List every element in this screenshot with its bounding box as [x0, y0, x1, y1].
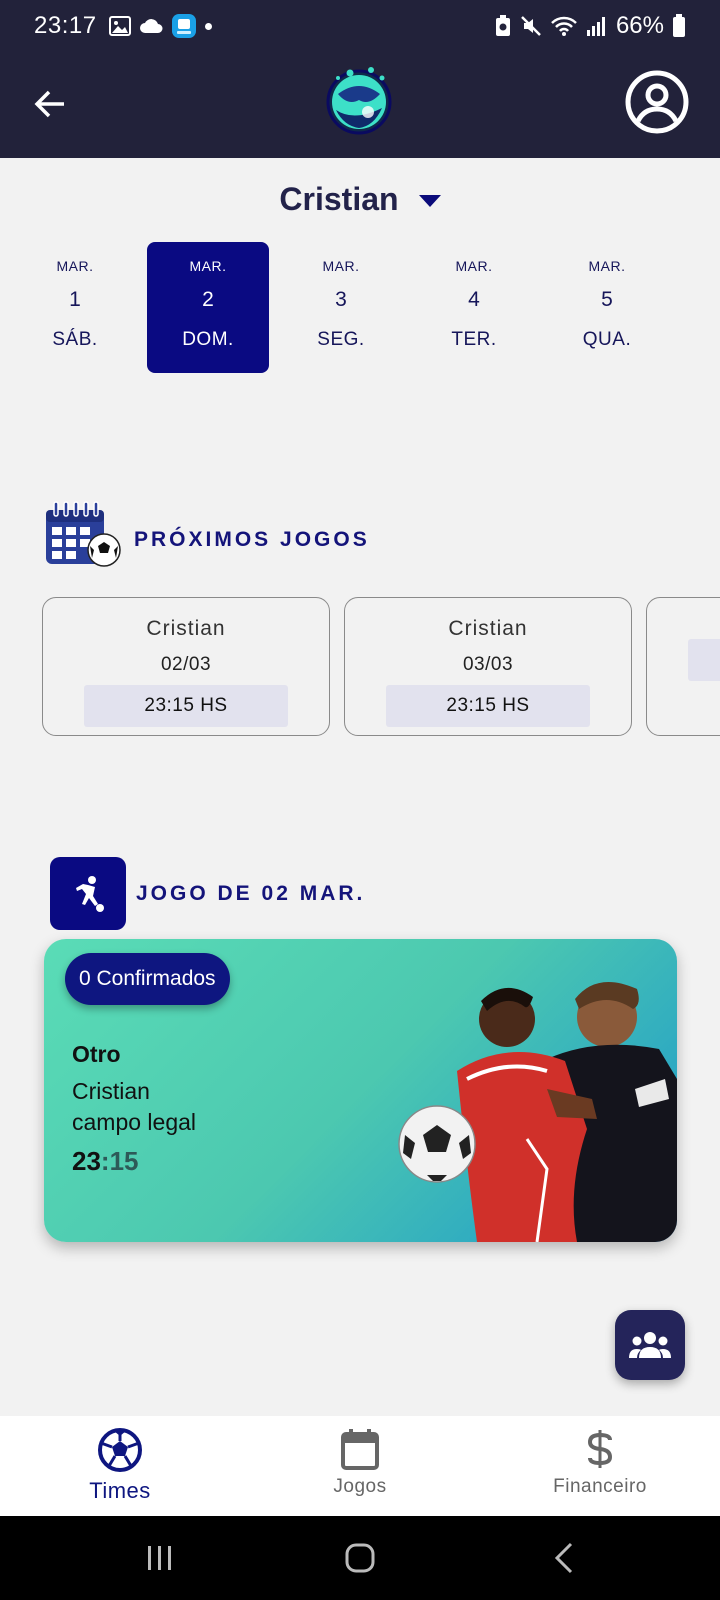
date-weekday: SEG. — [317, 329, 365, 350]
more-notifications-dot — [204, 22, 212, 30]
date-month: MAR. — [189, 258, 227, 274]
game-card-date: 03/03 — [462, 654, 514, 675]
soccer-ball-logo — [326, 67, 392, 135]
date-day: 1 — [69, 288, 81, 311]
group-fab-button[interactable] — [615, 1310, 685, 1380]
back-button[interactable] — [28, 82, 72, 126]
arrow-left-icon — [34, 90, 64, 118]
soccer-ball-icon — [98, 1428, 142, 1472]
match-info: Otro Cristian campo legal 23:15 — [72, 1041, 196, 1177]
battery-percentage: 66% — [615, 12, 664, 39]
wifi-icon — [551, 16, 577, 36]
mute-icon — [521, 16, 541, 36]
image-icon — [108, 16, 131, 36]
game-card-team: Cristian — [146, 617, 226, 640]
date-item-selected[interactable]: MAR. 2 DOM. — [147, 242, 269, 373]
nav-item-financeiro[interactable]: Financeiro — [480, 1416, 720, 1516]
match-time: 23:15 — [72, 1146, 196, 1177]
game-card[interactable]: Cristian 03/03 23:15 HS — [344, 597, 632, 736]
upcoming-games-list[interactable]: Cristian 02/03 23:15 HS Cristian 03/03 2… — [42, 597, 720, 737]
system-navigation-bar — [0, 1516, 720, 1600]
calendar-icon — [341, 1429, 379, 1470]
date-day: 3 — [335, 288, 347, 311]
app-notification-icon — [171, 14, 196, 38]
match-field: campo legal — [72, 1109, 197, 1135]
date-day: 2 — [202, 288, 214, 311]
game-card-date: 02/03 — [160, 654, 212, 675]
date-day: 5 — [601, 288, 613, 311]
date-strip: MAR. 1 SÁB. MAR. 2 DOM. MAR. 3 SEG. MAR.… — [14, 242, 679, 373]
notification-icons — [108, 13, 212, 39]
date-month: MAR. — [56, 258, 94, 274]
game-card-team: Cristian — [448, 617, 528, 640]
soccer-players-image — [398, 981, 677, 1242]
confirmed-badge[interactable]: 0 Confirmados — [65, 953, 230, 1005]
home-icon[interactable] — [340, 1538, 380, 1578]
nav-label-financeiro: Financeiro — [553, 1476, 647, 1497]
match-team: Cristian — [72, 1078, 150, 1104]
soccer-player-icon — [50, 857, 126, 930]
recent-apps-icon[interactable] — [140, 1538, 180, 1578]
date-item[interactable]: MAR. 3 SEG. — [280, 242, 402, 373]
system-back-icon[interactable] — [545, 1538, 585, 1578]
upcoming-games-header: PRÓXIMOS JOGOS — [44, 500, 370, 568]
battery-saver-icon — [495, 15, 510, 36]
game-card[interactable] — [646, 597, 720, 736]
account-circle-icon[interactable] — [624, 69, 690, 135]
date-weekday: TER. — [451, 329, 497, 350]
battery-icon — [673, 14, 685, 37]
date-weekday: SÁB. — [52, 329, 98, 350]
team-name: Cristian — [279, 180, 399, 217]
nav-item-jogos[interactable]: Jogos — [240, 1416, 480, 1516]
nav-label-times: Times — [89, 1478, 151, 1503]
status-time: 23:17 — [34, 12, 97, 39]
date-month: MAR. — [455, 258, 493, 274]
cloud-icon — [139, 19, 163, 33]
nav-label-jogos: Jogos — [333, 1476, 387, 1497]
signal-icon — [586, 17, 605, 36]
game-card-time: 23:15 HS — [386, 685, 590, 727]
bottom-navigation: Times Jogos Financeiro — [0, 1416, 720, 1516]
game-card-time — [688, 639, 720, 681]
app-header — [0, 52, 720, 158]
day-game-header: JOGO DE 02 MAR. — [50, 857, 365, 930]
group-icon — [629, 1332, 671, 1358]
system-status: 66% — [494, 12, 686, 40]
match-time-hours: 23 — [72, 1146, 101, 1176]
upcoming-games-title: PRÓXIMOS JOGOS — [134, 528, 370, 551]
calendar-soccer-icon — [46, 501, 121, 567]
dollar-icon — [587, 1430, 613, 1468]
day-game-title: JOGO DE 02 MAR. — [136, 881, 366, 905]
status-bar: 23:17 66% — [0, 0, 720, 52]
match-name: Otro — [72, 1041, 121, 1067]
match-time-minutes: :15 — [100, 1146, 139, 1176]
date-month: MAR. — [588, 258, 626, 274]
date-weekday: DOM. — [182, 329, 234, 350]
date-item[interactable]: MAR. 5 QUA. — [546, 242, 668, 373]
match-card[interactable]: 0 Confirmados Otro Cristian campo legal … — [44, 939, 677, 1242]
date-item[interactable]: MAR. 4 TER. — [413, 242, 535, 373]
nav-item-times[interactable]: Times — [0, 1416, 240, 1516]
team-selector-dropdown[interactable]: Cristian — [0, 176, 720, 222]
date-day: 4 — [468, 288, 480, 311]
date-weekday: QUA. — [582, 329, 632, 350]
date-month: MAR. — [322, 258, 360, 274]
game-card[interactable]: Cristian 02/03 23:15 HS — [42, 597, 330, 736]
date-item[interactable]: MAR. 1 SÁB. — [14, 242, 136, 373]
game-card-time: 23:15 HS — [84, 685, 288, 727]
caret-down-icon — [418, 195, 441, 207]
